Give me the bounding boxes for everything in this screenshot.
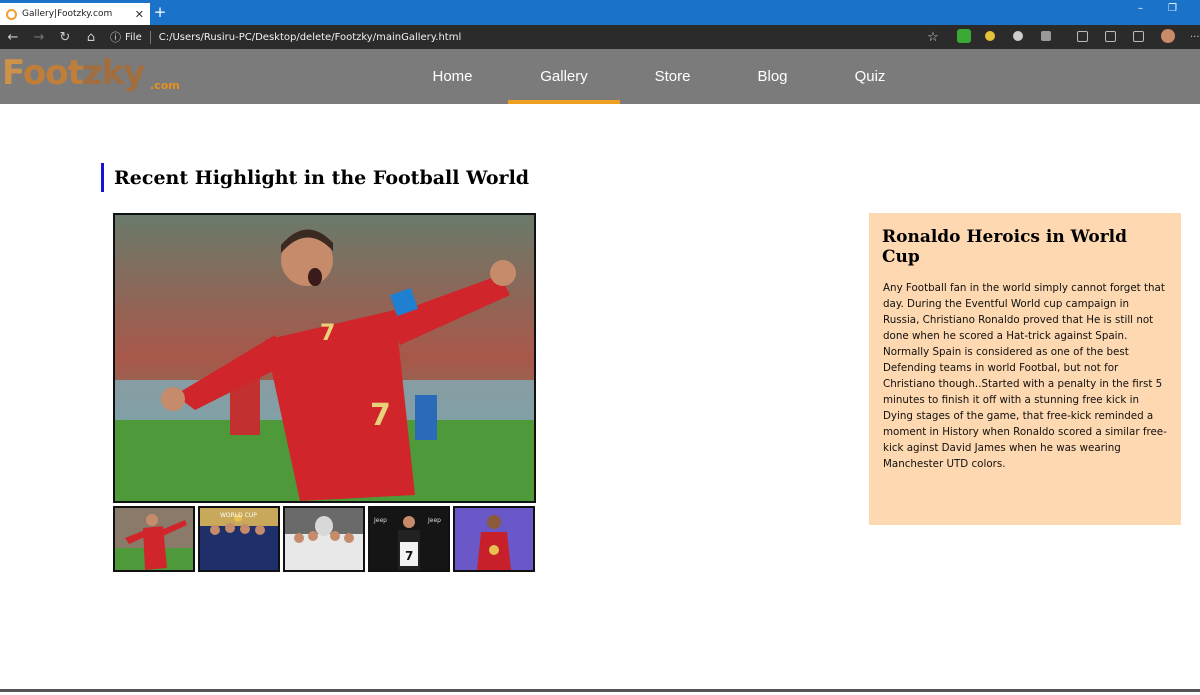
ronaldo-celebration-image: 7 7 <box>115 215 534 501</box>
nav-home[interactable]: Home <box>400 49 505 104</box>
more-menu-icon[interactable]: ··· <box>1190 32 1200 43</box>
nav-gallery[interactable]: Gallery <box>508 49 620 104</box>
page-title: Recent Highlight in the Football World <box>101 163 529 192</box>
url-text[interactable]: C:/Users/Rusiru-PC/Desktop/delete/Footzk… <box>159 32 462 43</box>
address-divider <box>149 30 151 44</box>
browser-tab-bar: Gallery|Footzky.com ✕ + – ❐ <box>0 0 1200 25</box>
thumbnail-salah-liverpool[interactable] <box>453 506 535 572</box>
svg-text:Jeep: Jeep <box>373 517 387 524</box>
collections-icon[interactable] <box>1041 31 1051 41</box>
thumbnail-strip: WORLD CUP Jeep Jeep 7 <box>113 506 535 572</box>
article-body: Any Football fan in the world simply can… <box>883 282 1167 470</box>
svg-text:Jeep: Jeep <box>427 517 441 524</box>
extension-icon[interactable] <box>985 31 995 41</box>
site-favicon-icon <box>6 8 17 20</box>
thumbnail-ronaldo-juventus[interactable]: Jeep Jeep 7 <box>368 506 450 572</box>
svg-text:7: 7 <box>405 549 413 563</box>
thumbnail-world-cup-winners[interactable]: WORLD CUP <box>198 506 280 572</box>
back-icon[interactable]: ← <box>0 30 26 45</box>
browser-tab[interactable]: Gallery|Footzky.com ✕ <box>0 3 150 25</box>
nav-quiz[interactable]: Quiz <box>820 49 920 104</box>
collections-add-icon[interactable] <box>1105 31 1116 42</box>
new-tab-button[interactable]: + <box>152 4 168 20</box>
featured-image: 7 7 <box>113 213 536 503</box>
home-icon[interactable]: ⌂ <box>78 30 104 45</box>
tab-title: Gallery|Footzky.com <box>22 9 113 19</box>
info-icon[interactable]: ⓘ <box>110 29 121 45</box>
svg-text:7: 7 <box>320 321 335 346</box>
main-menu: Home Gallery Store Blog Quiz <box>400 49 920 104</box>
logo-wordmark: Footzky <box>2 53 145 93</box>
favorites-bar-icon[interactable] <box>1077 31 1088 42</box>
page-bottom-border <box>0 689 1200 692</box>
share-icon[interactable] <box>1133 31 1144 42</box>
site-logo[interactable]: Footzky .com <box>2 53 192 99</box>
svg-text:WORLD CUP: WORLD CUP <box>220 512 257 519</box>
forward-icon[interactable]: → <box>26 30 52 45</box>
site-header: Footzky .com Home Gallery Store Blog Qui… <box>0 49 1200 104</box>
restore-button[interactable]: ❐ <box>1168 3 1177 14</box>
refresh-icon[interactable]: ↻ <box>52 30 78 45</box>
article-card: Ronaldo Heroics in World Cup Any Footbal… <box>869 213 1181 525</box>
favorite-star-icon[interactable]: ☆ <box>920 30 946 45</box>
svg-text:7: 7 <box>370 398 391 433</box>
nav-store[interactable]: Store <box>620 49 725 104</box>
address-field[interactable]: ⓘ File C:/Users/Rusiru-PC/Desktop/delete… <box>110 28 948 46</box>
close-tab-icon[interactable]: ✕ <box>135 8 144 21</box>
article-title: Ronaldo Heroics in World Cup <box>882 227 1127 267</box>
shield-extension-icon[interactable] <box>957 29 971 43</box>
minimize-button[interactable]: – <box>1138 3 1143 14</box>
profile-avatar[interactable] <box>1161 29 1175 43</box>
nav-blog[interactable]: Blog <box>725 49 820 104</box>
record-extension-icon[interactable] <box>1013 31 1023 41</box>
logo-suffix: .com <box>150 79 180 92</box>
thumbnail-real-madrid-trophy[interactable] <box>283 506 365 572</box>
thumbnail-ronaldo-portugal[interactable] <box>113 506 195 572</box>
file-label: File <box>125 31 142 43</box>
